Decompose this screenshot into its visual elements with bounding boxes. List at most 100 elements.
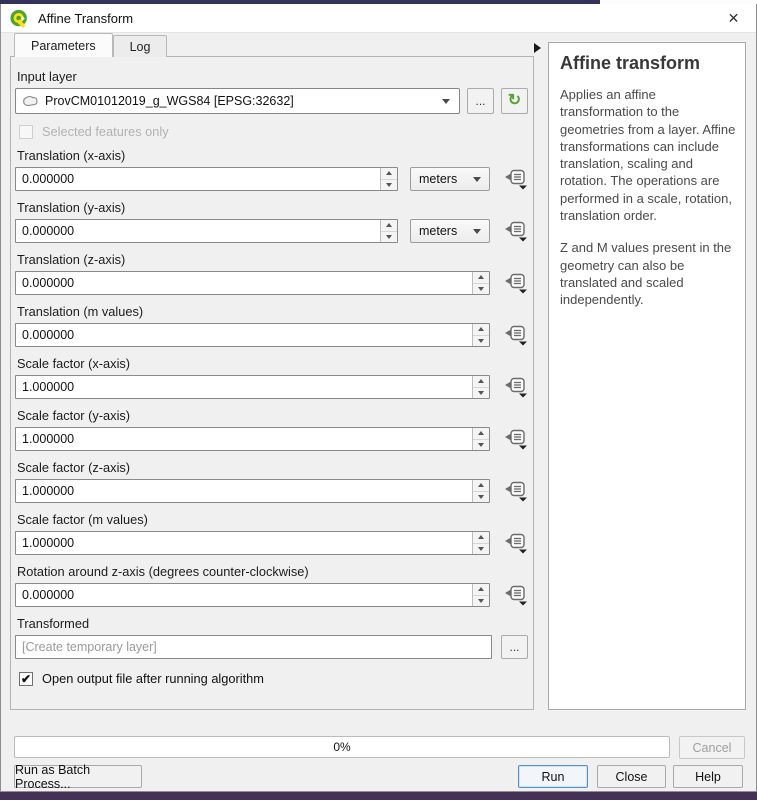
- data-defined-override-button[interactable]: [504, 533, 528, 554]
- spin-down-icon[interactable]: [473, 387, 489, 399]
- help-button[interactable]: Help: [673, 765, 743, 788]
- translation-x-input[interactable]: [15, 167, 398, 191]
- selected-features-row: Selected features only: [19, 124, 528, 139]
- field-label: Scale factor (z-axis): [17, 460, 528, 475]
- scale-x-input[interactable]: [15, 375, 490, 399]
- translation-m-input[interactable]: [15, 323, 490, 347]
- field-label: Scale factor (x-axis): [17, 356, 528, 371]
- scale-z-spinbox: [15, 479, 490, 503]
- reload-icon: ↻: [508, 93, 521, 109]
- transformed-output-input[interactable]: [15, 635, 492, 659]
- input-layer-combobox[interactable]: ProvCM01012019_g_WGS84 [EPSG:32632]: [15, 88, 460, 114]
- data-defined-override-button[interactable]: [504, 585, 528, 606]
- progress-bar: 0%: [14, 736, 670, 758]
- spin-down-icon[interactable]: [473, 283, 489, 295]
- tab-log[interactable]: Log: [113, 35, 168, 57]
- spinner-buttons[interactable]: [472, 584, 489, 606]
- run-as-batch-button[interactable]: Run as Batch Process...: [14, 765, 142, 788]
- qgis-logo-icon: [9, 9, 30, 28]
- spin-up-icon[interactable]: [473, 584, 489, 595]
- spin-down-icon[interactable]: [473, 543, 489, 555]
- scale-y-input[interactable]: [15, 427, 490, 451]
- spin-up-icon[interactable]: [381, 168, 397, 179]
- field-row: [15, 271, 528, 295]
- spinner-buttons[interactable]: [380, 168, 397, 190]
- tab-bar: Parameters Log: [14, 33, 167, 57]
- field-row: [15, 583, 528, 607]
- iterate-layer-button[interactable]: ↻: [501, 88, 528, 114]
- rotation-input[interactable]: [15, 583, 490, 607]
- field-row: meters: [15, 167, 528, 191]
- data-defined-override-button[interactable]: [504, 325, 528, 346]
- translation-x-spinbox: [15, 167, 398, 191]
- spin-up-icon[interactable]: [381, 220, 397, 231]
- spinner-buttons[interactable]: [472, 324, 489, 346]
- help-panel: Affine transform Applies an affine trans…: [548, 42, 746, 710]
- chevron-down-icon: [473, 177, 481, 182]
- tab-parameters[interactable]: Parameters: [14, 33, 113, 57]
- data-defined-override-button[interactable]: [504, 481, 528, 502]
- input-layer-browse-button[interactable]: ...: [467, 88, 494, 114]
- spinner-buttons[interactable]: [472, 428, 489, 450]
- spin-down-icon[interactable]: [473, 439, 489, 451]
- field-label: Translation (m values): [17, 304, 528, 319]
- transformed-row: ...: [15, 635, 528, 659]
- data-defined-override-button[interactable]: [504, 169, 528, 190]
- spin-up-icon[interactable]: [473, 324, 489, 335]
- field-label: Scale factor (m values): [17, 512, 528, 527]
- field-row: [15, 427, 528, 451]
- parameters-pane: Input layer ProvCM01012019_g_WGS84 [EPSG…: [10, 56, 534, 710]
- data-defined-override-button[interactable]: [504, 221, 528, 242]
- data-defined-override-button[interactable]: [504, 429, 528, 450]
- spin-down-icon[interactable]: [473, 491, 489, 503]
- translation-y-spinbox: [15, 219, 398, 243]
- collapse-help-arrow-icon[interactable]: [534, 43, 541, 53]
- spin-up-icon[interactable]: [473, 272, 489, 283]
- run-button[interactable]: Run: [518, 765, 588, 788]
- scale-m-input[interactable]: [15, 531, 490, 555]
- spin-up-icon[interactable]: [473, 480, 489, 491]
- spin-down-icon[interactable]: [473, 335, 489, 347]
- chevron-down-icon: [442, 99, 450, 104]
- spinner-buttons[interactable]: [472, 480, 489, 502]
- data-defined-override-button[interactable]: [504, 377, 528, 398]
- data-defined-override-button[interactable]: [504, 273, 528, 294]
- spin-up-icon[interactable]: [473, 376, 489, 387]
- field-label: Translation (z-axis): [17, 252, 528, 267]
- unit-dropdown[interactable]: meters: [410, 219, 490, 243]
- field-label: Rotation around z-axis (degrees counter-…: [17, 564, 528, 579]
- polygon-layer-icon: [22, 95, 39, 107]
- transformed-browse-button[interactable]: ...: [501, 635, 528, 659]
- input-layer-label: Input layer: [17, 69, 528, 84]
- chevron-down-icon: [473, 229, 481, 234]
- open-output-checkbox[interactable]: ✔: [19, 672, 33, 686]
- close-button[interactable]: Close: [597, 765, 666, 788]
- field-row: meters: [15, 219, 528, 243]
- spin-up-icon[interactable]: [473, 428, 489, 439]
- selected-features-label: Selected features only: [42, 124, 169, 139]
- help-paragraph: Applies an affine transformation to the …: [560, 86, 736, 224]
- scale-x-spinbox: [15, 375, 490, 399]
- spinner-buttons[interactable]: [380, 220, 397, 242]
- spin-down-icon[interactable]: [381, 179, 397, 191]
- spin-down-icon[interactable]: [473, 595, 489, 607]
- check-icon: ✔: [21, 673, 31, 685]
- translation-m-spinbox: [15, 323, 490, 347]
- close-icon[interactable]: ✕: [711, 4, 756, 32]
- spin-down-icon[interactable]: [381, 231, 397, 243]
- field-row: [15, 323, 528, 347]
- rotation-spinbox: [15, 583, 490, 607]
- title-bar: Affine Transform ✕: [1, 4, 756, 33]
- selected-features-checkbox: [19, 125, 33, 139]
- scale-z-input[interactable]: [15, 479, 490, 503]
- progress-text: 0%: [333, 740, 350, 754]
- translation-y-input[interactable]: [15, 219, 398, 243]
- field-label: Scale factor (y-axis): [17, 408, 528, 423]
- spinner-buttons[interactable]: [472, 376, 489, 398]
- unit-dropdown[interactable]: meters: [410, 167, 490, 191]
- spin-up-icon[interactable]: [473, 532, 489, 543]
- field-row: [15, 375, 528, 399]
- spinner-buttons[interactable]: [472, 532, 489, 554]
- translation-z-input[interactable]: [15, 271, 490, 295]
- spinner-buttons[interactable]: [472, 272, 489, 294]
